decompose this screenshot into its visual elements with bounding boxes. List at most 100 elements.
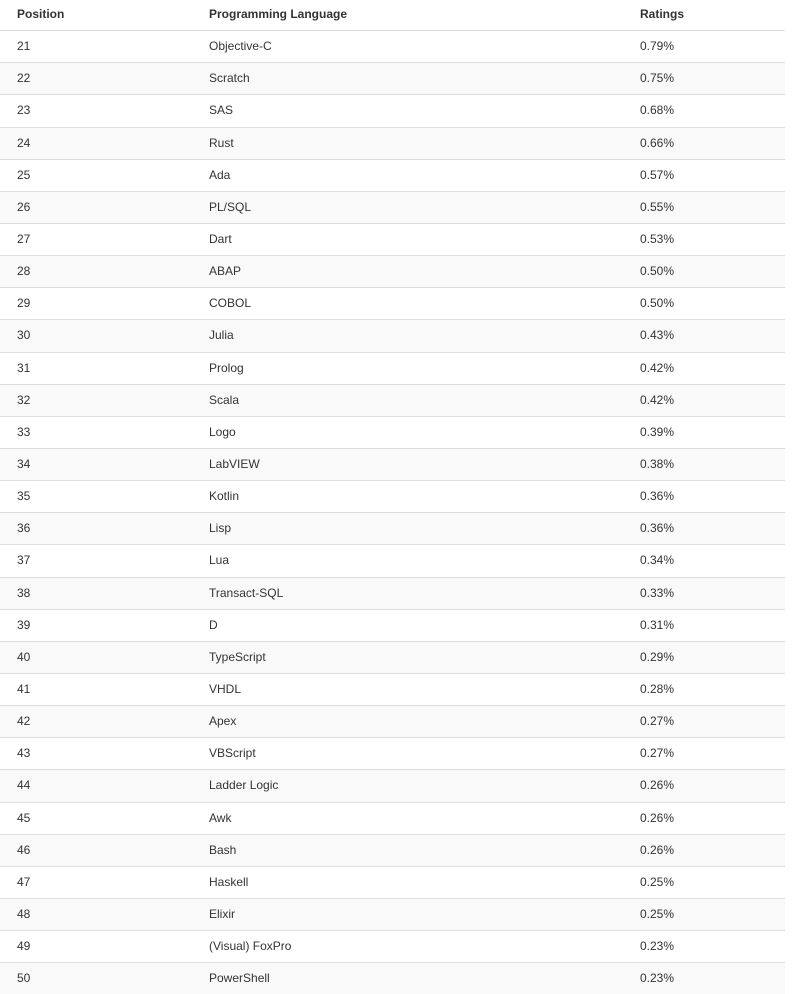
table-body: 21 Objective-C 0.79% 22 Scratch 0.75% 23 SAS 0.6…: [0, 30, 785, 994]
cell-ratings: 0.66%: [623, 126, 785, 160]
cell-ratings: 0.43%: [623, 319, 785, 353]
table-row: 30 Julia 0.43%: [0, 319, 785, 353]
cell-position: 43: [0, 737, 192, 770]
cell-language: Lisp: [192, 512, 623, 545]
cell-language: Ada: [192, 158, 623, 192]
cell-position: 40: [0, 640, 192, 674]
cell-position: 35: [0, 480, 192, 513]
cell-ratings: 0.79%: [640, 39, 675, 54]
table-row: 36 Lisp 0.36%: [0, 512, 785, 545]
cell-position: 49: [0, 930, 192, 963]
cell-language: (Visual) FoxPro: [192, 930, 623, 963]
programming-language-ranking-table: Position Programming Language Ratings 21…: [0, 0, 785, 994]
cell-ratings: 0.25%: [623, 897, 785, 931]
cell-ratings: 0.27%: [623, 705, 785, 738]
cell-ratings: 0.33%: [623, 576, 785, 610]
table-row: 46 Bash 0.26%: [0, 833, 785, 867]
cell-position: 32: [0, 383, 192, 417]
cell-language: Rust: [192, 126, 623, 160]
table-row: 35 Kotlin 0.36%: [0, 480, 785, 513]
table-header: Position Programming Language Ratings: [0, 0, 785, 32]
cell-ratings: 0.38%: [623, 447, 785, 481]
cell-position: 50: [0, 962, 192, 994]
cell-language: TypeScript: [192, 640, 623, 674]
table-row: 48 Elixir 0.25%: [0, 897, 785, 931]
cell-ratings: 0.36%: [623, 480, 785, 513]
table-row: 39 D 0.31%: [0, 608, 785, 642]
cell-ratings: 0.36%: [623, 512, 785, 545]
cell-ratings: 0.26%: [623, 769, 785, 803]
cell-ratings: 0.55%: [623, 190, 785, 224]
table-row: 42 Apex 0.27%: [0, 705, 785, 738]
cell-ratings: 0.27%: [623, 737, 785, 770]
cell-position: 36: [0, 512, 192, 545]
ranking-table-container: Position Programming Language Ratings 21…: [0, 0, 793, 994]
cell-ratings: 0.39%: [623, 415, 785, 449]
table-row: 44 Ladder Logic 0.26%: [0, 769, 785, 803]
cell-ratings: 0.25%: [623, 865, 785, 899]
cell-ratings: 0.68%: [623, 94, 785, 128]
cell-ratings: 0.53%: [623, 222, 785, 256]
cell-ratings: 0.75%: [623, 62, 785, 95]
cell-language: PL/SQL: [192, 190, 623, 224]
cell-language: Julia: [192, 319, 623, 353]
cell-position: 38: [0, 576, 192, 610]
cell-position: 29: [0, 287, 192, 320]
cell-ratings: 0.50%: [623, 255, 785, 288]
cell-ratings: 0.26%: [623, 833, 785, 867]
cell-language: Lua: [192, 544, 623, 578]
cell-ratings: 0.50%: [623, 287, 785, 320]
cell-ratings: 0.28%: [623, 672, 785, 706]
cell-language: Apex: [192, 705, 623, 738]
cell-position: 27: [0, 222, 192, 256]
cell-language: Scratch: [192, 62, 623, 95]
cell-language: Ladder Logic: [192, 769, 623, 803]
cell-position: 45: [0, 801, 192, 835]
cell-ratings: 0.57%: [623, 158, 785, 192]
cell-ratings: 0.42%: [623, 383, 785, 417]
cell-language: SAS: [192, 94, 623, 128]
cell-ratings: 0.34%: [623, 544, 785, 578]
table-row: 22 Scratch 0.75%: [0, 62, 785, 95]
table-row: 43 VBScript 0.27%: [0, 737, 785, 770]
table-row: 50 PowerShell 0.23%: [0, 962, 785, 994]
table-header-row: Position Programming Language Ratings: [0, 0, 785, 32]
cell-position: 37: [0, 544, 192, 578]
cell-language: PowerShell: [192, 962, 623, 994]
cell-language: Kotlin: [192, 480, 623, 513]
table-row: 34 LabVIEW 0.38%: [0, 447, 785, 481]
table-row: 41 VHDL 0.28%: [0, 672, 785, 706]
cell-language: Transact-SQL: [192, 576, 623, 610]
cell-language: Bash: [192, 833, 623, 867]
cell-ratings: 0.31%: [623, 608, 785, 642]
cell-language: D: [192, 608, 623, 642]
table-row: 45 Awk 0.26%: [0, 801, 785, 835]
cell-position: 28: [0, 255, 192, 288]
table-row: 40 TypeScript 0.29%: [0, 640, 785, 674]
cell-position: 22: [0, 62, 192, 95]
cell-language: Dart: [192, 222, 623, 256]
table-row: 25 Ada 0.57%: [0, 158, 785, 192]
cell-ratings: 0.42%: [623, 351, 785, 385]
cell-position: 41: [0, 672, 192, 706]
cell-position: 48: [0, 897, 192, 931]
cell-position: 24: [0, 126, 192, 160]
cell-position: 44: [0, 769, 192, 803]
cell-language: Elixir: [192, 897, 623, 931]
cell-language: Scala: [192, 383, 623, 417]
cell-language: LabVIEW: [192, 447, 623, 481]
cell-language: Awk: [192, 801, 623, 835]
table-row: 38 Transact-SQL 0.33%: [0, 576, 785, 610]
table-row: 47 Haskell 0.25%: [0, 865, 785, 899]
table-row: 26 PL/SQL 0.55%: [0, 190, 785, 224]
table-row: 21 Objective-C 0.79%: [0, 30, 785, 63]
table-row: 28 ABAP 0.50%: [0, 255, 785, 288]
cell-position: 31: [0, 351, 192, 385]
column-header-language: Programming Language: [192, 0, 623, 32]
cell-language: Prolog: [192, 351, 623, 385]
cell-language: Haskell: [192, 865, 623, 899]
cell-ratings: 0.26%: [623, 801, 785, 835]
cell-position: 30: [0, 319, 192, 353]
cell-language: Objective-C: [209, 39, 272, 54]
table-row: 24 Rust 0.66%: [0, 126, 785, 160]
